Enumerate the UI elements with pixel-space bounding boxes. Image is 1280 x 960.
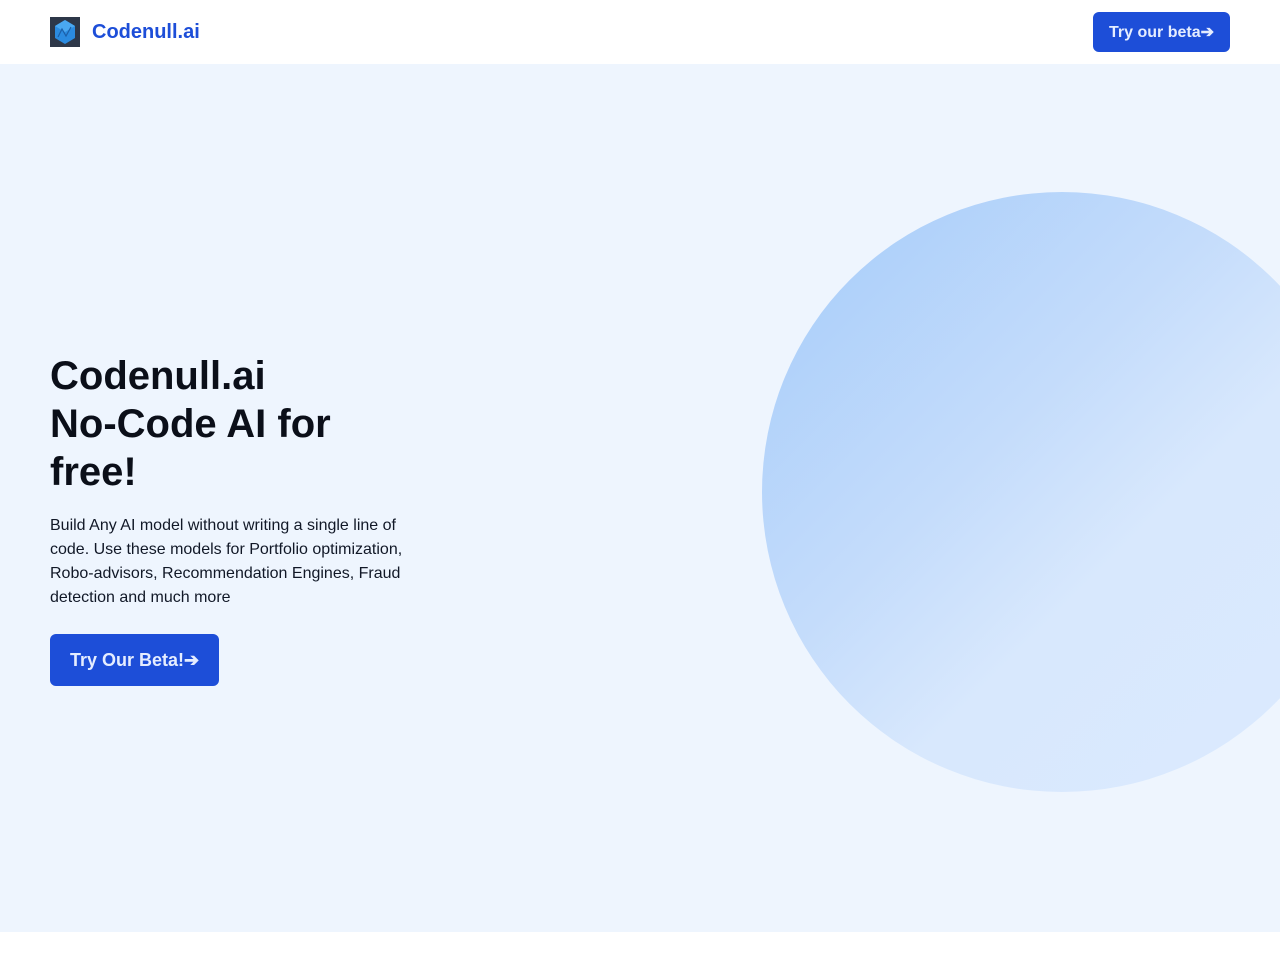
try-beta-nav-button[interactable]: Try our beta➔ [1093, 12, 1230, 52]
hero-description: Build Any AI model without writing a sin… [50, 517, 403, 606]
decorative-gradient-circle [762, 192, 1280, 792]
try-beta-hero-button[interactable]: Try Our Beta!➔ [50, 634, 220, 686]
page-bottom-strip [0, 932, 1280, 960]
hero-title-line: No-Code AI for [50, 402, 331, 446]
brand-link[interactable]: Codenull.ai [50, 17, 200, 47]
top-navbar: Codenull.ai Try our beta➔ [0, 0, 1280, 64]
hero-title: Codenull.ai No-Code AI for free! [50, 352, 420, 496]
cube-logo-icon [50, 17, 80, 47]
hero-content: Codenull.ai No-Code AI for free! Build A… [50, 352, 420, 686]
hero-title-line: free! [50, 450, 137, 494]
hero-title-line: Codenull.ai [50, 354, 266, 398]
hero-section: Codenull.ai No-Code AI for free! Build A… [0, 64, 1280, 932]
brand-name: Codenull.ai [92, 20, 200, 43]
